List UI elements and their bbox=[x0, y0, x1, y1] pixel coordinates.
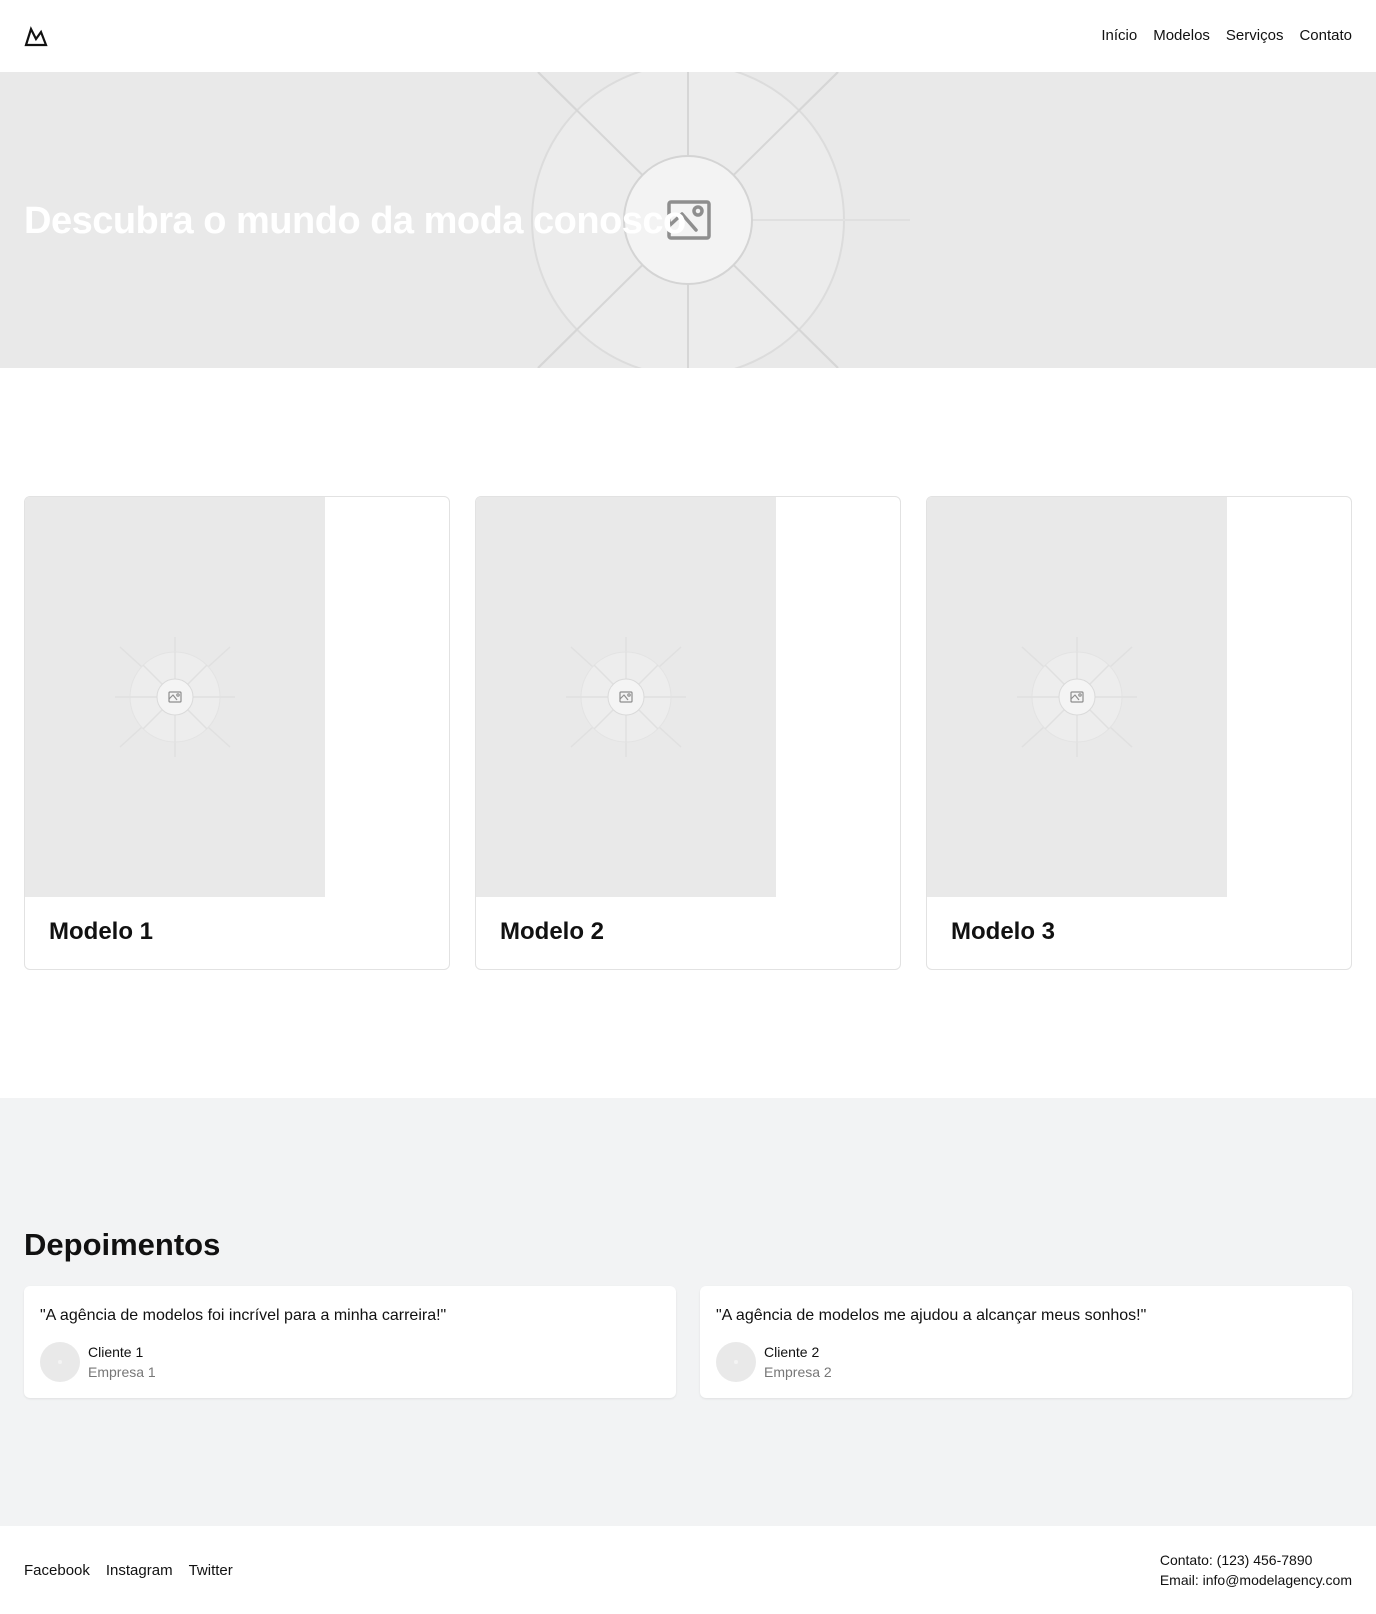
contact-email: Email: info@modelagency.com bbox=[1159, 1572, 1352, 1588]
hero-banner: Descubra o mundo da moda conosco bbox=[0, 72, 1376, 368]
client-company: Empresa 1 bbox=[88, 1364, 156, 1380]
model-image bbox=[25, 497, 325, 897]
model-card[interactable]: Modelo 3 bbox=[926, 496, 1352, 970]
nav-link-modelos[interactable]: Modelos bbox=[1153, 27, 1210, 45]
model-image bbox=[476, 497, 776, 897]
model-name: Modelo 1 bbox=[49, 918, 154, 945]
avatar bbox=[40, 1342, 80, 1382]
client-name: Cliente 1 bbox=[88, 1344, 144, 1360]
main-nav: Início Modelos Serviços Contato bbox=[1101, 27, 1352, 45]
model-name: Modelo 2 bbox=[500, 918, 605, 945]
section-title: Depoimentos bbox=[24, 1227, 221, 1262]
model-card[interactable]: Modelo 1 bbox=[24, 496, 450, 970]
avatar bbox=[716, 1342, 756, 1382]
facebook-link[interactable]: Facebook bbox=[24, 1562, 90, 1580]
testimonial-quote: "A agência de modelos me ajudou a alcanç… bbox=[716, 1307, 1147, 1324]
hero-title: Descubra o mundo da moda conosco bbox=[24, 200, 686, 242]
nav-link-inicio[interactable]: Início bbox=[1101, 27, 1137, 45]
social-links: Facebook Instagram Twitter bbox=[24, 1562, 233, 1580]
client-name: Cliente 2 bbox=[764, 1344, 820, 1360]
contact-phone: Contato: (123) 456-7890 bbox=[1159, 1552, 1313, 1568]
testimonial-quote: "A agência de modelos foi incrível para … bbox=[40, 1307, 447, 1324]
model-card[interactable]: Modelo 2 bbox=[475, 496, 901, 970]
contact-info: Contato: (123) 456-7890 Email: info@mode… bbox=[1160, 1550, 1352, 1590]
twitter-link[interactable]: Twitter bbox=[189, 1562, 233, 1580]
site-footer: Facebook Instagram Twitter Contato: (123… bbox=[0, 1526, 1376, 1614]
client-company: Empresa 2 bbox=[764, 1364, 832, 1380]
nav-link-servicos[interactable]: Serviços bbox=[1226, 27, 1284, 45]
mountain-logo-icon[interactable] bbox=[24, 24, 48, 48]
image-placeholder-icon bbox=[115, 637, 235, 757]
testimonials-section: Depoimentos "A agência de modelos foi in… bbox=[0, 1098, 1376, 1526]
image-placeholder-icon bbox=[1017, 637, 1137, 757]
testimonial-card: "A agência de modelos me ajudou a alcanç… bbox=[700, 1286, 1352, 1398]
site-header: Início Modelos Serviços Contato bbox=[0, 0, 1376, 72]
models-grid: Modelo 1 Modelo 2 Modelo 3 bbox=[24, 496, 1352, 970]
nav-link-contato[interactable]: Contato bbox=[1299, 27, 1352, 45]
model-name: Modelo 3 bbox=[951, 918, 1056, 945]
testimonial-card: "A agência de modelos foi incrível para … bbox=[24, 1286, 676, 1398]
image-placeholder-icon bbox=[566, 637, 686, 757]
instagram-link[interactable]: Instagram bbox=[106, 1562, 173, 1580]
model-image bbox=[927, 497, 1227, 897]
